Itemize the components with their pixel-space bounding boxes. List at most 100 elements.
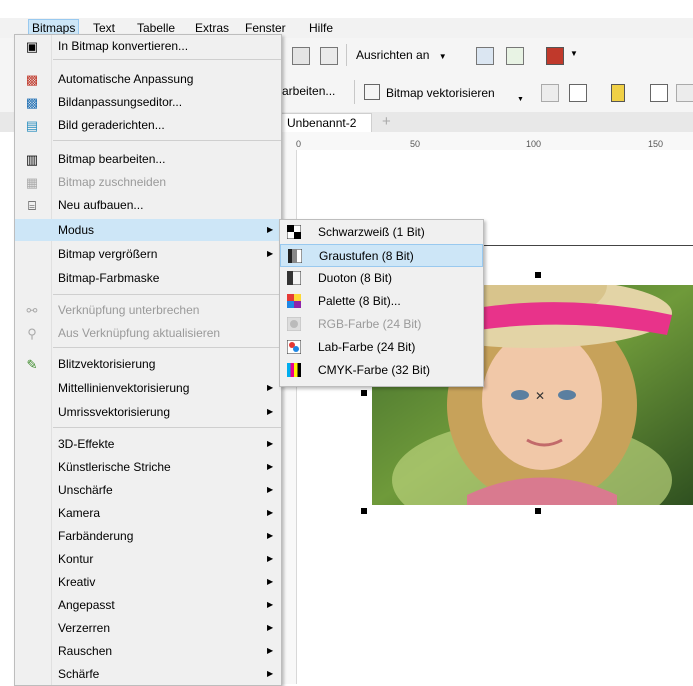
menu-item-edit-bitmap[interactable]: ▥ Bitmap bearbeiten... — [15, 148, 281, 170]
menu-item-image-adjustment-lab[interactable]: ▩ Bildanpassungseditor... — [15, 91, 281, 113]
menu-item-color-transform[interactable]: Farbänderung ▶ — [15, 525, 281, 547]
rgb-icon — [287, 317, 301, 331]
menu-item-3d-effects[interactable]: 3D-Effekte ▶ — [15, 433, 281, 455]
selection-handle[interactable] — [361, 508, 367, 514]
menu-item-contour[interactable]: Kontur ▶ — [15, 548, 281, 570]
align-dropdown[interactable]: Ausrichten an ▼ — [356, 45, 447, 65]
submenu-arrow-icon: ▶ — [267, 407, 274, 416]
menu-item-straighten-image[interactable]: ▤ Bild geraderichten... — [15, 114, 281, 136]
selection-handle[interactable] — [361, 390, 367, 396]
submenu-item-label: Graustufen (8 Bit) — [319, 249, 414, 263]
submenu-item-duotone[interactable]: Duoton (8 Bit) — [280, 267, 483, 290]
palette-icon — [287, 294, 301, 308]
menu-item-label: Bitmap bearbeiten... — [58, 152, 166, 166]
menu-item-distort[interactable]: Verzerren ▶ — [15, 617, 281, 639]
trace-bitmap-button[interactable]: Bitmap vektorisieren — [364, 84, 495, 100]
resample-icon[interactable] — [569, 84, 587, 102]
break-link-icon: ⚯ — [26, 303, 38, 318]
submenu-arrow-icon: ▶ — [267, 508, 274, 517]
convert-to-bitmap-icon: ▣ — [25, 39, 39, 54]
snap-icon[interactable] — [320, 47, 338, 65]
color-mask-icon[interactable] — [611, 84, 625, 102]
menu-item-bitmap-color-mask[interactable]: Bitmap-Farbmaske — [15, 267, 281, 289]
resample-icon: ⌸ — [28, 198, 36, 213]
menu-item-label: Angepasst — [58, 598, 115, 612]
add-tab-icon[interactable]: + — [382, 113, 391, 130]
submenu-arrow-icon: ▶ — [267, 577, 274, 586]
mode-submenu: Schwarzweiß (1 Bit) Graustufen (8 Bit) D… — [279, 219, 484, 387]
position-icon[interactable] — [650, 84, 668, 102]
menu-item-quick-trace[interactable]: ✎ Blitzvektorisierung — [15, 353, 281, 375]
grid-toggle-icon[interactable] — [292, 47, 310, 65]
settings-icon[interactable] — [506, 47, 524, 65]
submenu-item-lab[interactable]: Lab-Farbe (24 Bit) — [280, 336, 483, 359]
edit-bitmap-button[interactable]: arbeiten... — [282, 84, 335, 98]
submenu-item-rgb[interactable]: RGB-Farbe (24 Bit) — [280, 313, 483, 336]
page-border — [481, 245, 693, 246]
submenu-item-label: RGB-Farbe (24 Bit) — [318, 317, 422, 331]
submenu-arrow-icon: ▶ — [267, 462, 274, 471]
black-white-icon — [287, 225, 301, 239]
effects-icon[interactable] — [676, 84, 693, 102]
launch-icon[interactable] — [546, 47, 564, 65]
menu-item-blur[interactable]: Unschärfe ▶ — [15, 479, 281, 501]
menu-item-art-strokes[interactable]: Künstlerische Striche ▶ — [15, 456, 281, 478]
submenu-item-black-white[interactable]: Schwarzweiß (1 Bit) — [280, 221, 483, 244]
svg-text:✕: ✕ — [535, 389, 545, 403]
menu-item-custom[interactable]: Angepasst ▶ — [15, 594, 281, 616]
submenu-item-grayscale[interactable]: Graustufen (8 Bit) — [280, 244, 483, 267]
menu-item-noise[interactable]: Rauschen ▶ — [15, 640, 281, 662]
submenu-item-cmyk[interactable]: CMYK-Farbe (32 Bit) — [280, 359, 483, 382]
menu-item-crop-bitmap[interactable]: ▦ Bitmap zuschneiden — [15, 171, 281, 193]
selection-handle[interactable] — [535, 272, 541, 278]
submenu-arrow-icon: ▶ — [267, 646, 274, 655]
toolbar-divider — [354, 80, 355, 104]
menu-item-update-from-link[interactable]: ⚲ Aus Verknüpfung aktualisieren — [15, 322, 281, 344]
menu-item-enlarge-bitmap[interactable]: Bitmap vergrößern ▶ — [15, 243, 281, 265]
chevron-down-icon[interactable]: ▼ — [570, 49, 578, 58]
selection-handle[interactable] — [535, 508, 541, 514]
menu-item-label: Farbänderung — [58, 529, 134, 543]
menu-item-break-link[interactable]: ⚯ Verknüpfung unterbrechen — [15, 299, 281, 321]
trace-icon — [364, 84, 380, 100]
submenu-arrow-icon: ▶ — [267, 531, 274, 540]
menu-item-label: 3D-Effekte — [58, 437, 115, 451]
document-tab[interactable]: Unbenannt-2 — [280, 113, 372, 132]
submenu-arrow-icon: ▶ — [267, 623, 274, 632]
options-icon[interactable] — [476, 47, 494, 65]
menu-item-label: Bildanpassungseditor... — [58, 95, 183, 109]
submenu-item-label: Lab-Farbe (24 Bit) — [318, 340, 416, 354]
crop-icon[interactable] — [541, 84, 559, 102]
image-adjustment-lab-icon: ▩ — [25, 95, 39, 110]
update-link-icon: ⚲ — [27, 326, 37, 341]
auto-adjust-icon: ▩ — [25, 72, 39, 87]
menu-item-label: Mittellinienvektorisierung — [58, 381, 190, 395]
menu-item-outline-trace[interactable]: Umrissvektorisierung ▶ — [15, 401, 281, 423]
straighten-image-icon: ▤ — [25, 118, 39, 133]
horizontal-ruler[interactable]: 0 50 100 150 — [280, 132, 693, 151]
menu-item-convert-to-bitmap[interactable]: ▣ In Bitmap konvertieren... — [15, 35, 281, 57]
submenu-arrow-icon: ▶ — [267, 600, 274, 609]
menu-item-label: Schärfe — [58, 667, 100, 681]
menu-item-label: Kreativ — [58, 575, 96, 589]
menu-separator — [53, 427, 281, 428]
submenu-item-label: Duoton (8 Bit) — [318, 271, 393, 285]
submenu-arrow-icon: ▶ — [267, 225, 274, 234]
chevron-down-icon[interactable]: ▼ — [517, 96, 524, 103]
menu-item-resample[interactable]: ⌸ Neu aufbauen... — [15, 194, 281, 216]
menu-item-camera[interactable]: Kamera ▶ — [15, 502, 281, 524]
menu-item-mode[interactable]: Modus ▶ — [15, 219, 281, 241]
submenu-item-palette[interactable]: Palette (8 Bit)... — [280, 290, 483, 313]
menu-item-label: Bild geraderichten... — [58, 118, 165, 132]
menu-item-creative[interactable]: Kreativ ▶ — [15, 571, 281, 593]
menu-item-auto-adjust[interactable]: ▩ Automatische Anpassung — [15, 68, 281, 90]
menu-item-label: Rauschen — [58, 644, 113, 658]
menu-item-centerline-trace[interactable]: Mittellinienvektorisierung ▶ — [15, 377, 281, 399]
menu-separator — [53, 59, 281, 60]
menu-separator — [53, 140, 281, 141]
menu-hilfe[interactable]: Hilfe — [306, 20, 336, 36]
ruler-tick-label: 0 — [296, 139, 302, 149]
ruler-tick-label: 50 — [410, 139, 421, 149]
menu-item-sharpen[interactable]: Schärfe ▶ — [15, 663, 281, 685]
menu-item-label: Bitmap zuschneiden — [58, 175, 167, 189]
